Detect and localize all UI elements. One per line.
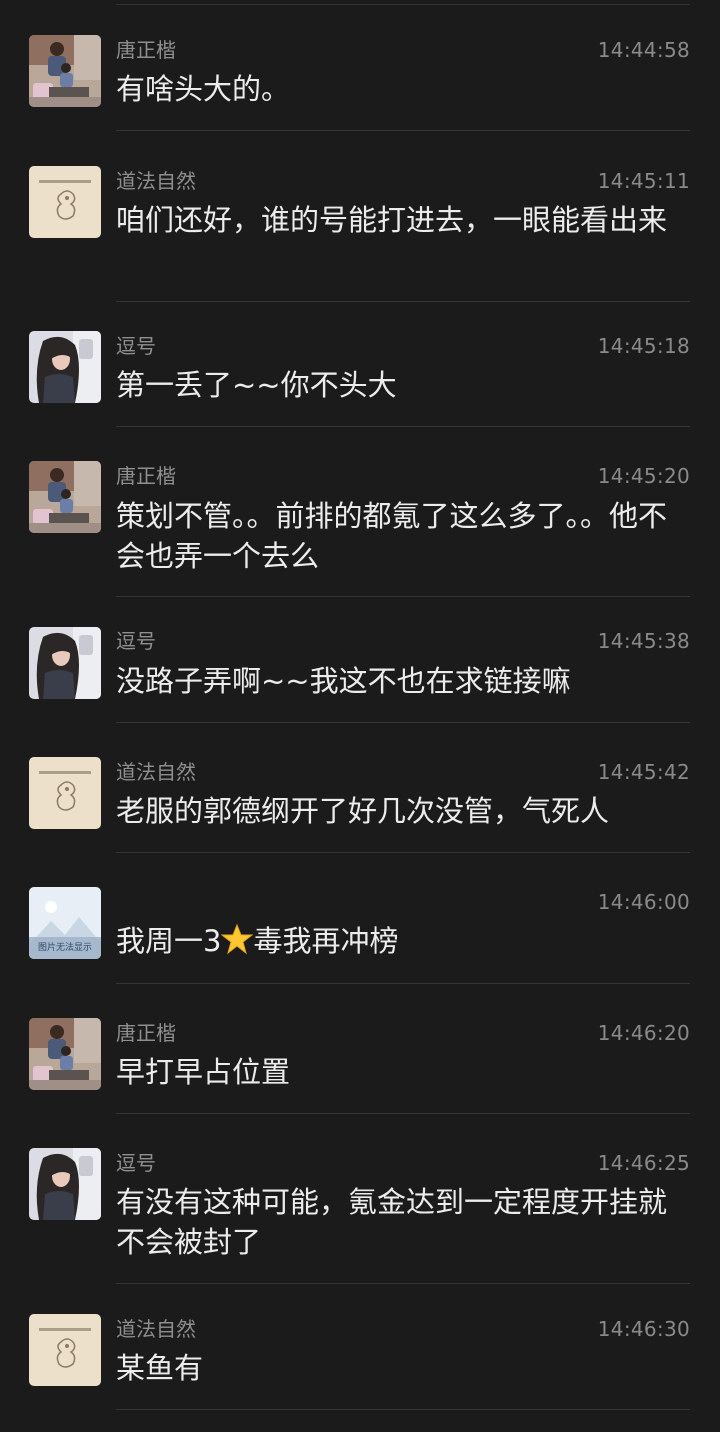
message-text: 策划不管。。前排的都氪了这么多了。。他不会也弄一个去么 — [116, 499, 668, 573]
message-text: 咱们还好，谁的号能打进去，一眼能看出来 — [116, 203, 668, 237]
message-divider — [116, 983, 690, 984]
message-text: 早打早占位置 — [116, 1055, 291, 1089]
message-time: 14:46:00 — [597, 890, 690, 914]
avatar[interactable] — [29, 1148, 101, 1220]
message-time: 14:45:18 — [597, 334, 690, 358]
sender-name: 唐正楷 — [116, 1021, 176, 1045]
message-time: 14:44:58 — [597, 38, 690, 62]
message-text-part: 毒我再冲榜 — [253, 924, 399, 958]
message-divider — [116, 596, 690, 597]
sketch-beige-avatar — [29, 1314, 101, 1386]
avatar[interactable] — [29, 331, 101, 403]
avatar[interactable] — [29, 461, 101, 533]
message-divider — [116, 301, 690, 302]
message-text: 第一丢了~~你不头大 — [116, 368, 397, 402]
anime-girl-avatar — [29, 627, 101, 699]
avatar[interactable] — [29, 35, 101, 107]
sender-name: 道法自然 — [116, 1317, 196, 1341]
message-time: 14:45:20 — [597, 464, 690, 488]
message-text: 没路子弄啊~~我这不也在求链接嘛 — [116, 664, 571, 698]
sender-name: 道法自然 — [116, 169, 196, 193]
message-time: 14:45:38 — [597, 629, 690, 653]
sketch-beige-avatar — [29, 757, 101, 829]
message-text: 有啥头大的。 — [116, 72, 291, 106]
message-divider — [116, 852, 690, 853]
avatar[interactable]: 图片无法显示 — [29, 887, 101, 959]
star-emoji-icon — [221, 923, 254, 955]
avatar[interactable] — [29, 627, 101, 699]
sender-name: 逗号 — [116, 629, 156, 653]
photo-man-child-avatar — [29, 461, 101, 533]
message-time: 14:45:11 — [597, 169, 690, 193]
sketch-beige-avatar — [29, 166, 101, 238]
message-divider — [116, 1409, 690, 1410]
top-divider — [116, 4, 690, 5]
message-time: 14:46:20 — [597, 1021, 690, 1045]
sender-name: 唐正楷 — [116, 464, 176, 488]
message-divider — [116, 426, 690, 427]
avatar-caption: 图片无法显示 — [38, 941, 92, 953]
message-text: 有没有这种可能，氪金达到一定程度开挂就不会被封了 — [116, 1185, 668, 1259]
sender-name: 道法自然 — [116, 760, 196, 784]
avatar[interactable] — [29, 1314, 101, 1386]
avatar[interactable] — [29, 1018, 101, 1090]
sender-name: 逗号 — [116, 1151, 156, 1175]
sender-name: 唐正楷 — [116, 38, 176, 62]
message-time: 14:45:42 — [597, 760, 690, 784]
message-time: 14:46:30 — [597, 1317, 690, 1341]
message-time: 14:46:25 — [597, 1151, 690, 1175]
message-divider — [116, 1113, 690, 1114]
landscape-placeholder-avatar: 图片无法显示 — [29, 887, 101, 959]
photo-man-child-avatar — [29, 35, 101, 107]
message-text: 某鱼有 — [116, 1351, 204, 1385]
message-divider — [116, 130, 690, 131]
message-divider — [116, 1283, 690, 1284]
message-text: 我周一3 毒我再冲榜 — [116, 921, 691, 961]
avatar[interactable] — [29, 166, 101, 238]
anime-girl-avatar — [29, 331, 101, 403]
avatar[interactable] — [29, 757, 101, 829]
message-text-part: 我周一3 — [116, 924, 222, 958]
message-text: 老服的郭德纲开了好几次没管，气死人 — [116, 794, 610, 828]
message-divider — [116, 722, 690, 723]
anime-girl-avatar — [29, 1148, 101, 1220]
sender-name: 逗号 — [116, 334, 156, 358]
photo-man-child-avatar — [29, 1018, 101, 1090]
